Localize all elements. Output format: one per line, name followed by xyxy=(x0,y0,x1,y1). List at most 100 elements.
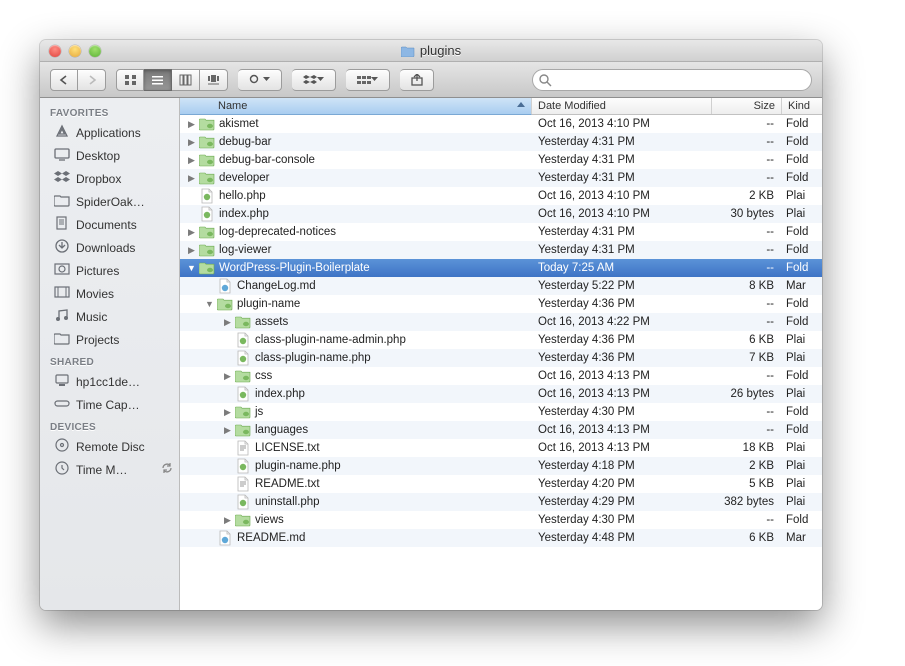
back-button[interactable] xyxy=(50,69,78,91)
file-date: Oct 16, 2013 4:10 PM xyxy=(532,190,712,202)
disc-icon xyxy=(54,438,70,455)
file-rows[interactable]: ▶akismetOct 16, 2013 4:10 PM--Fold▶debug… xyxy=(180,115,822,610)
share-button[interactable] xyxy=(400,69,434,91)
sidebar-item[interactable]: Applications xyxy=(40,121,179,144)
arrange-menu-button[interactable] xyxy=(346,69,390,91)
zoom-button[interactable] xyxy=(89,45,101,57)
titlebar[interactable]: plugins xyxy=(40,40,822,62)
sidebar-item[interactable]: Desktop xyxy=(40,144,179,167)
disclosure-triangle[interactable]: ▶ xyxy=(222,371,233,382)
nav-buttons xyxy=(50,69,106,91)
file-row[interactable]: class-plugin-name.phpYesterday 4:36 PM7 … xyxy=(180,349,822,367)
sidebar: FAVORITESApplicationsDesktopDropboxSpide… xyxy=(40,98,180,610)
file-row[interactable]: ▶assetsOct 16, 2013 4:22 PM--Fold xyxy=(180,313,822,331)
disclosure-triangle[interactable]: ▶ xyxy=(222,425,233,436)
file-date: Oct 16, 2013 4:10 PM xyxy=(532,118,712,130)
sidebar-section-header: SHARED xyxy=(40,351,179,370)
file-kind: Plai xyxy=(782,388,822,400)
file-date: Yesterday 4:31 PM xyxy=(532,136,712,148)
disclosure-triangle[interactable]: ▶ xyxy=(186,137,197,148)
file-name: plugin-name xyxy=(237,298,300,310)
file-kind: Plai xyxy=(782,478,822,490)
disclosure-triangle[interactable]: ▼ xyxy=(186,263,197,273)
file-row[interactable]: README.mdYesterday 4:48 PM6 KBMar xyxy=(180,529,822,547)
file-row[interactable]: ▶log-deprecated-noticesYesterday 4:31 PM… xyxy=(180,223,822,241)
disclosure-triangle[interactable]: ▶ xyxy=(186,155,197,166)
file-row[interactable]: uninstall.phpYesterday 4:29 PM382 bytesP… xyxy=(180,493,822,511)
sidebar-item[interactable]: Projects xyxy=(40,328,179,351)
sidebar-item[interactable]: Dropbox xyxy=(40,167,179,190)
disclosure-triangle[interactable]: ▶ xyxy=(222,515,233,526)
disclosure-triangle[interactable]: ▶ xyxy=(222,407,233,418)
file-row[interactable]: LICENSE.txtOct 16, 2013 4:13 PM18 KBPlai xyxy=(180,439,822,457)
file-row[interactable]: ▶viewsYesterday 4:30 PM--Fold xyxy=(180,511,822,529)
forward-button[interactable] xyxy=(78,69,106,91)
sync-icon xyxy=(161,462,173,477)
file-row[interactable]: ▶debug-barYesterday 4:31 PM--Fold xyxy=(180,133,822,151)
file-row[interactable]: ▶log-viewerYesterday 4:31 PM--Fold xyxy=(180,241,822,259)
column-name-header[interactable]: Name xyxy=(180,98,532,115)
file-date: Yesterday 4:20 PM xyxy=(532,478,712,490)
file-name: index.php xyxy=(255,388,305,400)
file-name: js xyxy=(255,406,263,418)
dropbox-menu-button[interactable] xyxy=(292,69,336,91)
view-list-button[interactable] xyxy=(144,69,172,91)
file-name: plugin-name.php xyxy=(255,460,341,472)
sidebar-item[interactable]: Documents xyxy=(40,213,179,236)
file-row[interactable]: class-plugin-name-admin.phpYesterday 4:3… xyxy=(180,331,822,349)
file-date: Yesterday 4:29 PM xyxy=(532,496,712,508)
file-kind: Fold xyxy=(782,172,822,184)
file-kind: Plai xyxy=(782,442,822,454)
file-row[interactable]: plugin-name.phpYesterday 4:18 PM2 KBPlai xyxy=(180,457,822,475)
close-button[interactable] xyxy=(49,45,61,57)
search-field[interactable] xyxy=(532,69,812,91)
sidebar-item[interactable]: hp1cc1de… xyxy=(40,370,179,393)
file-type-icon xyxy=(235,422,251,438)
file-type-icon xyxy=(235,440,251,456)
file-type-icon xyxy=(235,512,251,528)
column-date-header[interactable]: Date Modified xyxy=(532,98,712,114)
sidebar-item[interactable]: Time M… xyxy=(40,458,179,481)
file-row[interactable]: README.txtYesterday 4:20 PM5 KBPlai xyxy=(180,475,822,493)
file-row[interactable]: ▼WordPress-Plugin-BoilerplateToday 7:25 … xyxy=(180,259,822,277)
file-name: WordPress-Plugin-Boilerplate xyxy=(219,262,370,274)
file-row[interactable]: ▶cssOct 16, 2013 4:13 PM--Fold xyxy=(180,367,822,385)
file-row[interactable]: index.phpOct 16, 2013 4:10 PM30 bytesPla… xyxy=(180,205,822,223)
sidebar-item[interactable]: Remote Disc xyxy=(40,435,179,458)
file-row[interactable]: ▼plugin-nameYesterday 4:36 PM--Fold xyxy=(180,295,822,313)
view-coverflow-button[interactable] xyxy=(200,69,228,91)
file-size: 382 bytes xyxy=(712,496,782,508)
sidebar-item-label: Movies xyxy=(76,287,114,301)
sidebar-item[interactable]: SpiderOak… xyxy=(40,190,179,213)
file-row[interactable]: ▶jsYesterday 4:30 PM--Fold xyxy=(180,403,822,421)
disclosure-triangle[interactable]: ▶ xyxy=(186,227,197,238)
search-input[interactable] xyxy=(555,74,803,86)
file-row[interactable]: ▶akismetOct 16, 2013 4:10 PM--Fold xyxy=(180,115,822,133)
disclosure-triangle[interactable]: ▶ xyxy=(222,317,233,328)
disclosure-triangle[interactable]: ▶ xyxy=(186,173,197,184)
file-type-icon xyxy=(235,332,251,348)
sidebar-item[interactable]: Movies xyxy=(40,282,179,305)
sidebar-item[interactable]: Time Cap… xyxy=(40,393,179,416)
file-type-icon xyxy=(217,296,233,312)
sidebar-item-label: Time M… xyxy=(76,463,128,477)
action-menu-button[interactable] xyxy=(238,69,282,91)
disclosure-triangle[interactable]: ▶ xyxy=(186,119,197,130)
file-row[interactable]: ▶debug-bar-consoleYesterday 4:31 PM--Fol… xyxy=(180,151,822,169)
sidebar-item[interactable]: Music xyxy=(40,305,179,328)
column-kind-header[interactable]: Kind xyxy=(782,98,822,114)
view-column-button[interactable] xyxy=(172,69,200,91)
column-size-header[interactable]: Size xyxy=(712,98,782,114)
view-icon-button[interactable] xyxy=(116,69,144,91)
sidebar-item[interactable]: Pictures xyxy=(40,259,179,282)
disclosure-triangle[interactable]: ▶ xyxy=(186,245,197,256)
file-row[interactable]: index.phpOct 16, 2013 4:13 PM26 bytesPla… xyxy=(180,385,822,403)
file-type-icon xyxy=(199,170,215,186)
file-row[interactable]: ▶developerYesterday 4:31 PM--Fold xyxy=(180,169,822,187)
minimize-button[interactable] xyxy=(69,45,81,57)
file-row[interactable]: hello.phpOct 16, 2013 4:10 PM2 KBPlai xyxy=(180,187,822,205)
file-row[interactable]: ▶languagesOct 16, 2013 4:13 PM--Fold xyxy=(180,421,822,439)
sidebar-item[interactable]: Downloads xyxy=(40,236,179,259)
file-row[interactable]: ChangeLog.mdYesterday 5:22 PM8 KBMar xyxy=(180,277,822,295)
disclosure-triangle[interactable]: ▼ xyxy=(204,299,215,309)
